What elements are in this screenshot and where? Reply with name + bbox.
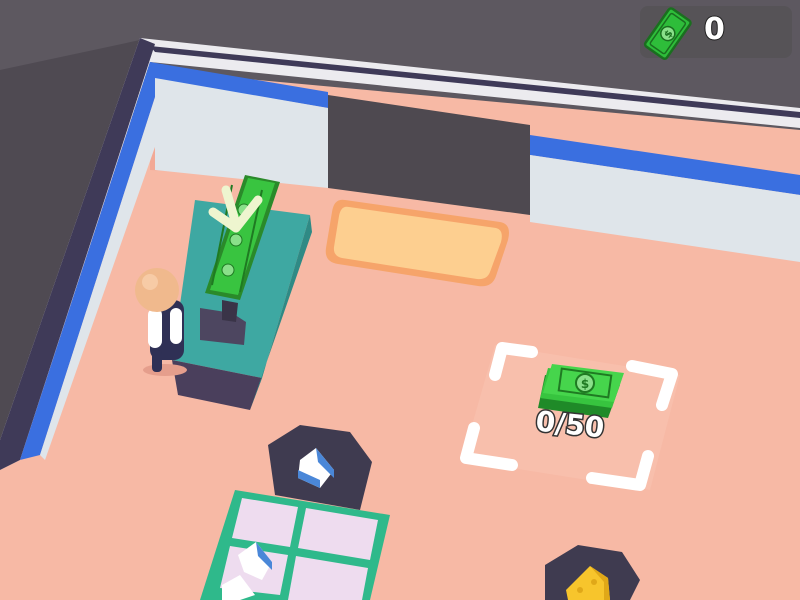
register-screen — [222, 300, 238, 322]
money-amount: 0 — [703, 11, 726, 48]
cash-bill-icon: $ — [643, 7, 692, 60]
game-scene: $ — [0, 0, 800, 600]
svg-text:$: $ — [581, 377, 589, 391]
money-hud: $ 0 — [640, 6, 792, 60]
